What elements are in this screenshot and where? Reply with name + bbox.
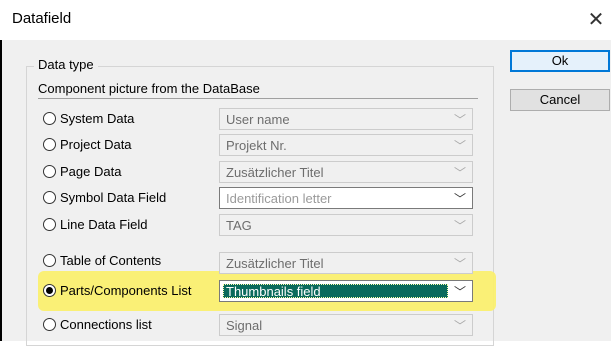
line-data-field-dropdown[interactable]: TAG ﹀: [219, 214, 473, 236]
group-label: Data type: [34, 57, 98, 72]
radio-project-data[interactable]: Project Data: [43, 134, 132, 154]
radio-button-checked[interactable]: [43, 283, 56, 297]
radio-system-data[interactable]: System Data: [43, 108, 134, 128]
chevron-down-icon: ﹀: [453, 219, 466, 233]
dropdown-value: Thumbnails field: [226, 284, 321, 299]
radio-label: Parts/Components List: [60, 282, 192, 298]
radio-label: Symbol Data Field: [60, 189, 167, 205]
system-data-dropdown[interactable]: User name ﹀: [219, 108, 473, 130]
close-icon[interactable]: ✕: [581, 6, 611, 32]
radio-connections-list[interactable]: Connections list: [43, 314, 152, 334]
radio-label: Line Data Field: [60, 216, 148, 232]
ok-button[interactable]: Ok: [510, 50, 610, 72]
radio-label: Page Data: [60, 163, 122, 179]
section-divider: [38, 98, 478, 99]
radio-label: System Data: [60, 110, 135, 126]
connections-list-dropdown[interactable]: Signal ﹀: [219, 314, 473, 336]
window-edge: [0, 40, 2, 341]
radio-parts-components-list[interactable]: Parts/Components List: [43, 280, 192, 300]
window-title: Datafield: [12, 10, 72, 27]
radio-button[interactable]: [43, 253, 56, 267]
radio-page-data[interactable]: Page Data: [43, 161, 121, 181]
chevron-down-icon: ﹀: [453, 285, 466, 299]
chevron-down-icon: ﹀: [453, 166, 466, 180]
radio-button[interactable]: [43, 111, 56, 125]
symbol-data-field-dropdown[interactable]: Identification letter ﹀: [219, 187, 473, 209]
radio-button[interactable]: [43, 137, 56, 151]
chevron-down-icon: ﹀: [453, 113, 466, 127]
dropdown-value: Identification letter: [226, 191, 332, 206]
chevron-down-icon: ﹀: [453, 257, 466, 271]
dropdown-value: Signal: [226, 318, 263, 333]
radio-symbol-data-field[interactable]: Symbol Data Field: [43, 187, 166, 207]
cancel-button[interactable]: Cancel: [510, 89, 610, 111]
radio-label: Table of Contents: [60, 252, 162, 268]
chevron-down-icon: ﹀: [453, 192, 466, 206]
dropdown-value: Zusätzlicher Titel: [226, 256, 324, 271]
radio-button[interactable]: [43, 217, 56, 231]
chevron-down-icon: ﹀: [453, 139, 466, 153]
project-data-dropdown[interactable]: Projekt Nr. ﹀: [219, 134, 473, 156]
dropdown-value: User name: [226, 112, 290, 127]
parts-components-list-dropdown[interactable]: Thumbnails field ﹀: [219, 280, 473, 302]
chevron-down-icon: ﹀: [453, 319, 466, 333]
radio-line-data-field[interactable]: Line Data Field: [43, 214, 147, 234]
table-of-contents-dropdown[interactable]: Zusätzlicher Titel ﹀: [219, 252, 473, 274]
radio-label: Connections list: [60, 316, 152, 332]
dropdown-value: TAG: [226, 218, 252, 233]
page-data-dropdown[interactable]: Zusätzlicher Titel ﹀: [219, 161, 473, 183]
radio-label: Project Data: [60, 136, 132, 152]
radio-table-of-contents[interactable]: Table of Contents: [43, 250, 161, 270]
title-bar: Datafield ✕: [0, 0, 611, 40]
radio-button[interactable]: [43, 164, 56, 178]
dropdown-value: Projekt Nr.: [226, 138, 287, 153]
section-label: Component picture from the DataBase: [38, 81, 260, 96]
dropdown-value: Zusätzlicher Titel: [226, 165, 324, 180]
radio-button[interactable]: [43, 190, 56, 204]
radio-button[interactable]: [43, 317, 56, 331]
